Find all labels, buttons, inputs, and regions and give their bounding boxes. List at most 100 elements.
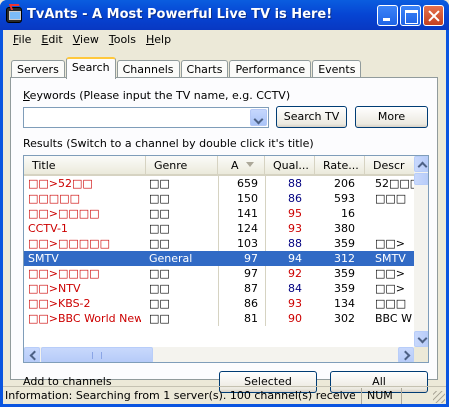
cell-rate: 206 [334, 177, 355, 190]
cell-a: 659 [237, 177, 258, 190]
cell-quality: 90 [288, 312, 302, 325]
column-rate[interactable]: Rate... [315, 156, 365, 176]
table-row[interactable]: □□>BBC World News □□ 81 90 302 BBC W [24, 311, 414, 326]
tab-strip: Servers Search Channels Charts Performan… [11, 57, 362, 79]
cell-genre: □□ [149, 297, 170, 310]
cell-rate: 593 [334, 192, 355, 205]
maximize-button[interactable] [400, 5, 421, 26]
cell-description: □□> [375, 267, 406, 280]
horizontal-scroll-thumb[interactable] [41, 347, 153, 362]
column-title[interactable]: Title [24, 156, 146, 176]
search-panel: Keywords (Please input the TV name, e.g.… [10, 77, 438, 393]
vertical-scrollbar[interactable] [414, 156, 428, 347]
table-row[interactable]: □□>52□□ □□ 659 88 206 52□□□ [24, 176, 415, 191]
cell-genre: □□ [149, 207, 170, 220]
minimize-button[interactable] [377, 5, 398, 26]
cell-rate: 312 [334, 252, 355, 265]
cell-title: □□□□□ [28, 192, 80, 205]
cell-title: □□>□□□□ [28, 207, 100, 220]
title-bar[interactable]: TvAnts - A Most Powerful Live TV is Here… [0, 0, 449, 30]
table-row[interactable]: □□>□□□□ □□ 141 95 16 [24, 206, 414, 221]
table-row[interactable]: □□>□□□□ □□ 97 92 359 □□> [24, 266, 414, 281]
scroll-left-icon[interactable] [24, 347, 40, 362]
table-row[interactable]: □□>NTV □□ 87 84 359 □□> [24, 281, 414, 296]
table-row[interactable]: CCTV-1 □□ 124 93 380 [24, 221, 414, 236]
cell-genre: □□ [149, 222, 170, 235]
cell-a: 86 [244, 297, 258, 310]
cell-rate: 380 [334, 222, 355, 235]
window-title: TvAnts - A Most Powerful Live TV is Here… [27, 7, 333, 22]
cell-a: 150 [237, 192, 258, 205]
cell-rate: 302 [334, 312, 355, 325]
close-button[interactable] [423, 5, 444, 26]
table-row[interactable]: SMTV General 97 94 312 SMTV [24, 251, 414, 266]
cell-quality: 94 [288, 252, 302, 265]
menu-tools[interactable]: Tools [104, 30, 141, 50]
cell-title: CCTV-1 [28, 222, 68, 235]
cell-quality: 93 [288, 222, 302, 235]
column-a[interactable]: A [218, 156, 265, 176]
results-list[interactable]: Title Genre A Qual... Rate... Descr □□> 5… [23, 155, 429, 363]
cell-a: 87 [244, 282, 258, 295]
cell-quality: 88 [288, 237, 302, 250]
tv-icon [6, 7, 22, 23]
cell-title: □□>□□□□□ [28, 237, 110, 250]
column-genre[interactable]: Genre [146, 156, 218, 176]
table-row[interactable]: □□>KBS-2 □□ 86 93 134 □□□ [24, 296, 414, 311]
cell-quality: 95 [288, 207, 302, 220]
resize-grip-icon[interactable] [433, 391, 445, 403]
scroll-down-icon[interactable] [414, 331, 428, 347]
tab-search[interactable]: Search [65, 57, 116, 79]
cell-title: □□>KBS-2 [28, 297, 91, 310]
cell-genre: □□ [149, 192, 170, 205]
cell-title: □□>BBC World News [28, 312, 141, 325]
keywords-combobox[interactable] [23, 107, 269, 128]
chevron-down-icon[interactable] [250, 109, 267, 126]
cell-quality: 84 [288, 282, 302, 295]
column-quality[interactable]: Qual... [265, 156, 315, 176]
scroll-up-icon[interactable] [414, 156, 428, 172]
column-header-row: Title Genre A Qual... Rate... Descr [24, 156, 414, 176]
table-row[interactable]: □□>□□□□□ □□ 103 88 359 □□> [24, 236, 414, 251]
cell-quality: 88 [288, 177, 302, 190]
cell-description: BBC W [375, 312, 412, 325]
app-window: TvAnts - A Most Powerful Live TV is Here… [0, 0, 449, 407]
more-button[interactable]: More [355, 106, 428, 128]
scroll-right-icon[interactable] [398, 347, 414, 362]
table-row[interactable]: □□□□□ □□ 150 86 593 □□□ [24, 191, 414, 206]
menu-file[interactable]: File [8, 30, 36, 50]
cell-a: 141 [237, 207, 258, 220]
cell-genre: □□ [149, 267, 170, 280]
menu-edit[interactable]: Edit [36, 30, 67, 50]
num-lock-indicator: NUM [361, 388, 397, 404]
horizontal-scrollbar[interactable] [24, 347, 414, 362]
cell-description: 52□□□ [375, 177, 415, 190]
menu-help[interactable]: Help [141, 30, 176, 50]
menu-view[interactable]: View [68, 30, 104, 50]
cell-genre: General [149, 252, 193, 265]
cell-title: SMTV [28, 252, 59, 265]
status-message: Information: Searching from 1 server(s).… [5, 389, 355, 402]
cell-description: □□> [375, 282, 406, 295]
search-tv-button[interactable]: Search TV [276, 106, 347, 128]
cell-genre: □□ [149, 282, 170, 295]
cell-rate: 359 [334, 282, 355, 295]
cell-a: 124 [237, 222, 258, 235]
cell-rate: 359 [334, 267, 355, 280]
cell-description: SMTV [375, 252, 406, 265]
cell-description: □□> [375, 237, 406, 250]
keywords-label: Keywords (Please input the TV name, e.g.… [23, 89, 291, 102]
cell-description: □□□ [375, 192, 407, 205]
cell-title: □□>□□□□ [28, 267, 100, 280]
cell-genre: □□ [149, 312, 170, 325]
results-label: Results (Switch to a channel by double c… [23, 137, 314, 150]
vertical-scroll-thumb[interactable] [414, 173, 428, 185]
cell-rate: 16 [341, 207, 355, 220]
cell-genre: □□ [149, 237, 170, 250]
column-description[interactable]: Descr [365, 156, 414, 176]
cell-title: □□>NTV [28, 282, 81, 295]
cell-a: 81 [244, 312, 258, 325]
cell-rate: 134 [334, 297, 355, 310]
cell-a: 103 [237, 237, 258, 250]
cell-quality: 93 [288, 297, 302, 310]
